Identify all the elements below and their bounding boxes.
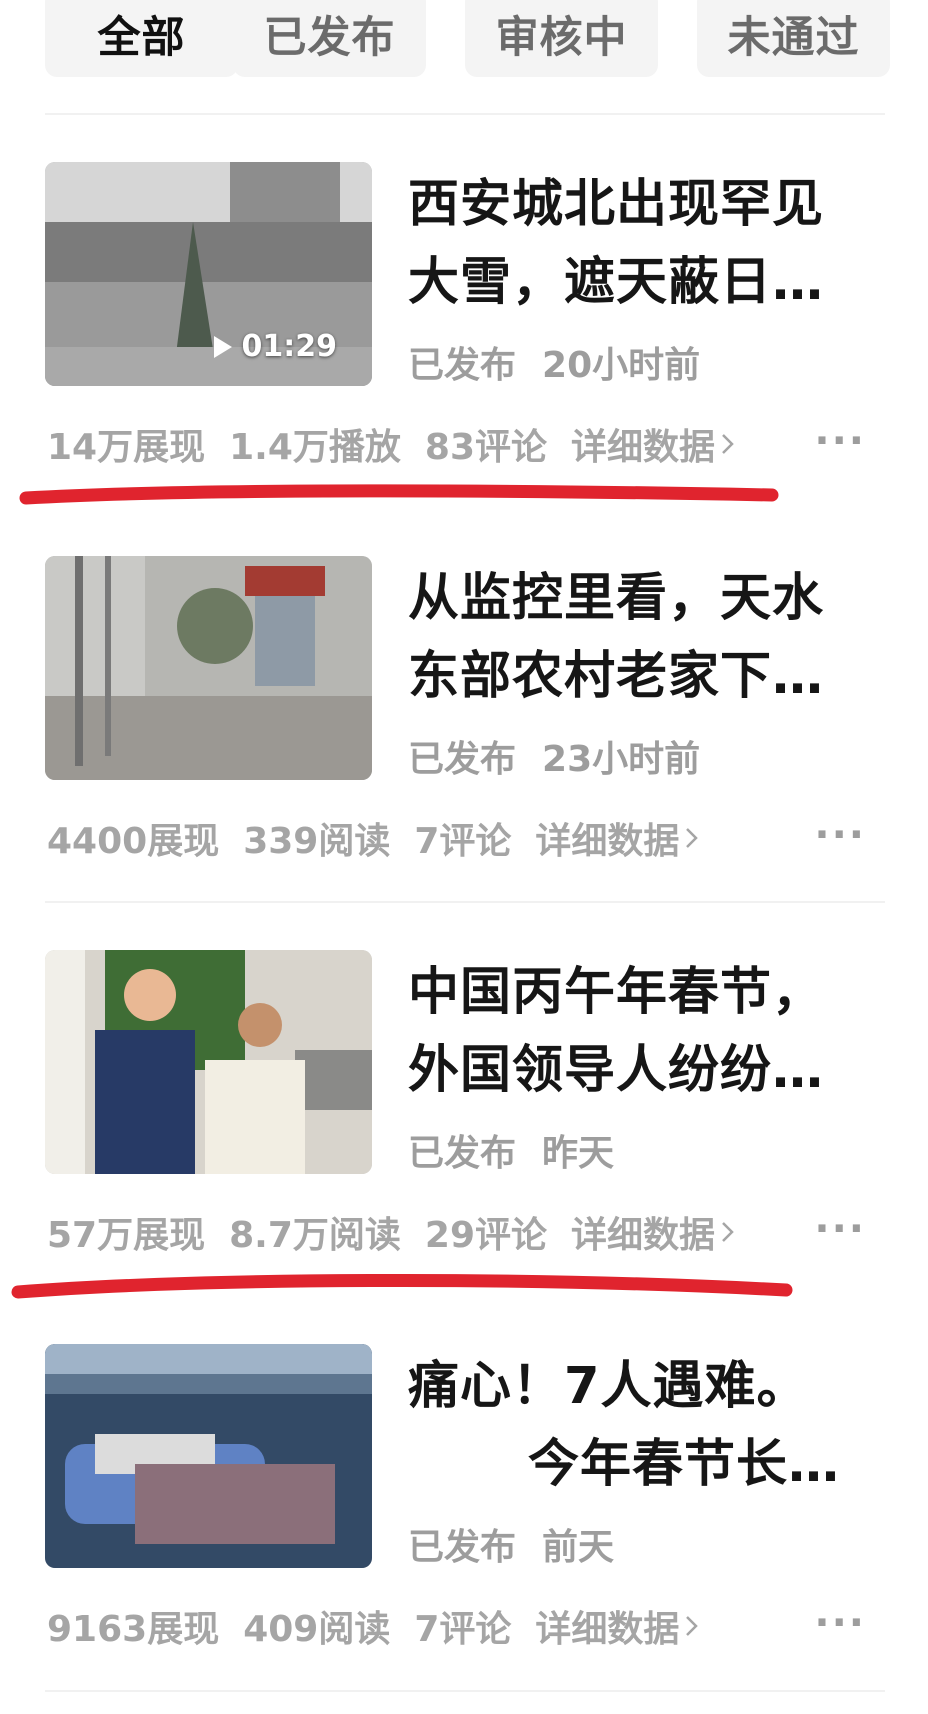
publish-time: 20小时前 (542, 345, 701, 386)
publish-time: 昨天 (542, 1133, 615, 1174)
article-title[interactable]: 从监控里看，天水 东部农村老家下… (408, 560, 878, 716)
article-card[interactable]: 01:29 西安城北出现罕见 大雪，遮天蔽日… 已发布 20小时前 14万展现 … (0, 162, 928, 532)
chevron-right-icon (686, 1616, 699, 1636)
article-card[interactable]: 痛心！7人遇难。 今年春节长… 已发布 前天 9163展现 409阅读 7评论 … (0, 1344, 928, 1714)
article-title[interactable]: 西安城北出现罕见 大雪，遮天蔽日… (408, 166, 878, 322)
article-title[interactable]: 痛心！7人遇难。 今年春节长… (408, 1348, 878, 1504)
divider (45, 901, 885, 903)
title-line: 西安城北出现罕见 (408, 175, 825, 234)
article-meta: 已发布 20小时前 (408, 336, 700, 388)
article-stats: 14万展现 1.4万播放 83评论 详细数据 (47, 418, 735, 470)
more-icon[interactable]: ··· (814, 1206, 866, 1252)
status-label: 已发布 (408, 345, 517, 386)
video-thumbnail[interactable]: 01:29 (45, 162, 372, 386)
article-stats: 57万展现 8.7万阅读 29评论 详细数据 (47, 1206, 735, 1258)
status-label: 已发布 (408, 739, 517, 780)
play-icon (213, 335, 232, 358)
reads-stat: 339阅读 (243, 821, 391, 862)
article-meta: 已发布 昨天 (408, 1124, 614, 1176)
chevron-right-icon (722, 1222, 734, 1242)
article-card[interactable]: 从监控里看，天水 东部农村老家下… 已发布 23小时前 4400展现 339阅读… (0, 556, 928, 926)
frozen-lake-image (45, 1344, 372, 1568)
comments-stat: 7评论 (414, 821, 512, 862)
chevron-right-icon (722, 434, 734, 454)
comments-stat: 7评论 (414, 1609, 512, 1650)
tab-all[interactable]: 全部 (45, 0, 238, 77)
publish-time: 前天 (542, 1527, 615, 1568)
detail-data-link[interactable]: 详细数据 (571, 1206, 735, 1258)
impressions-stat: 4400展现 (47, 821, 220, 862)
title-line: 从监控里看，天水 (408, 569, 825, 628)
detail-data-link[interactable]: 详细数据 (535, 1600, 699, 1652)
title-line: 中国丙午年春节， (408, 963, 825, 1022)
divider (45, 1690, 885, 1692)
red-underline-annotation (0, 478, 928, 518)
article-thumbnail[interactable] (45, 950, 372, 1174)
publish-time: 23小时前 (542, 739, 701, 780)
tab-published[interactable]: 已发布 (233, 0, 426, 77)
detail-data-link[interactable]: 详细数据 (571, 418, 735, 470)
duration-text: 01:29 (241, 329, 338, 364)
detail-data-label: 详细数据 (535, 1609, 680, 1650)
impressions-stat: 9163展现 (47, 1609, 220, 1650)
comments-stat: 29评论 (424, 1215, 547, 1256)
article-meta: 已发布 23小时前 (408, 730, 700, 782)
chevron-right-icon (686, 828, 699, 848)
title-line: 外国领导人纷纷… (408, 1041, 825, 1100)
status-label: 已发布 (408, 1133, 517, 1174)
article-thumbnail[interactable] (45, 556, 372, 780)
detail-data-label: 详细数据 (571, 1215, 716, 1256)
detail-data-link[interactable]: 详细数据 (535, 812, 699, 864)
divider (45, 113, 885, 115)
article-card[interactable]: 中国丙午年春节， 外国领导人纷纷… 已发布 昨天 57万展现 8.7万阅读 29… (0, 950, 928, 1320)
impressions-stat: 14万展现 (47, 427, 206, 468)
article-meta: 已发布 前天 (408, 1518, 614, 1570)
title-line: 今年春节长… (528, 1435, 841, 1494)
status-label: 已发布 (408, 1527, 517, 1568)
article-stats: 9163展现 409阅读 7评论 详细数据 (47, 1600, 699, 1652)
article-title[interactable]: 中国丙午年春节， 外国领导人纷纷… (408, 954, 878, 1110)
red-underline-annotation (0, 1268, 928, 1308)
detail-data-label: 详细数据 (571, 427, 716, 468)
article-thumbnail[interactable] (45, 1344, 372, 1568)
courtyard-image (45, 556, 372, 780)
title-line: 东部农村老家下… (408, 647, 825, 706)
title-line: 大雪，遮天蔽日… (408, 253, 825, 312)
status-tab-bar: 全部 已发布 审核中 未通过 (0, 0, 928, 80)
video-duration: 01:29 (212, 329, 338, 364)
impressions-stat: 57万展现 (47, 1215, 206, 1256)
leaders-meeting-image (45, 950, 372, 1174)
comments-stat: 83评论 (424, 427, 547, 468)
title-line: 痛心！7人遇难。 (408, 1357, 809, 1416)
more-icon[interactable]: ··· (814, 418, 866, 464)
more-icon[interactable]: ··· (814, 1600, 866, 1646)
tab-rejected[interactable]: 未通过 (697, 0, 890, 77)
reads-stat: 409阅读 (243, 1609, 391, 1650)
tab-under-review[interactable]: 审核中 (465, 0, 658, 77)
plays-stat: 1.4万播放 (229, 427, 401, 468)
reads-stat: 8.7万阅读 (229, 1215, 401, 1256)
article-stats: 4400展现 339阅读 7评论 详细数据 (47, 812, 699, 864)
detail-data-label: 详细数据 (535, 821, 680, 862)
more-icon[interactable]: ··· (814, 812, 866, 858)
